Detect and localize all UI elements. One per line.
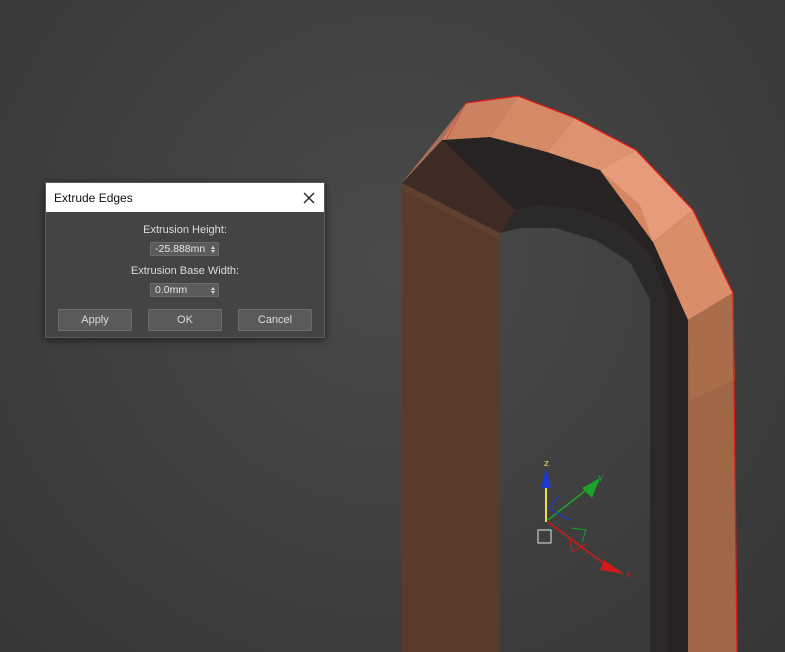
dialog-title: Extrude Edges xyxy=(54,190,133,205)
extrusion-height-label: Extrusion Height: xyxy=(143,224,227,236)
spinner-arrows-icon[interactable] xyxy=(211,245,215,253)
close-icon xyxy=(303,192,315,203)
gizmo-x-label: x xyxy=(626,570,632,580)
spinner-arrows-icon[interactable] xyxy=(211,286,215,294)
extrusion-height-value[interactable]: -25.888mn xyxy=(155,243,205,255)
close-button[interactable] xyxy=(294,183,324,212)
gizmo-z-label: z xyxy=(544,459,549,469)
cancel-button[interactable]: Cancel xyxy=(238,309,312,331)
ok-button[interactable]: OK xyxy=(148,309,222,331)
extrusion-base-width-spinner[interactable]: 0.0mm xyxy=(150,283,219,297)
extrusion-base-width-label: Extrusion Base Width: xyxy=(130,265,240,277)
extrusion-height-spinner[interactable]: -25.888mn xyxy=(150,242,219,256)
gizmo-y-label: y xyxy=(598,473,604,483)
dialog-titlebar[interactable]: Extrude Edges xyxy=(46,183,324,212)
extrude-edges-dialog: Extrude Edges Extrusion Height: -25.888m… xyxy=(45,182,325,338)
extrusion-base-width-value[interactable]: 0.0mm xyxy=(155,284,187,296)
apply-button[interactable]: Apply xyxy=(58,309,132,331)
